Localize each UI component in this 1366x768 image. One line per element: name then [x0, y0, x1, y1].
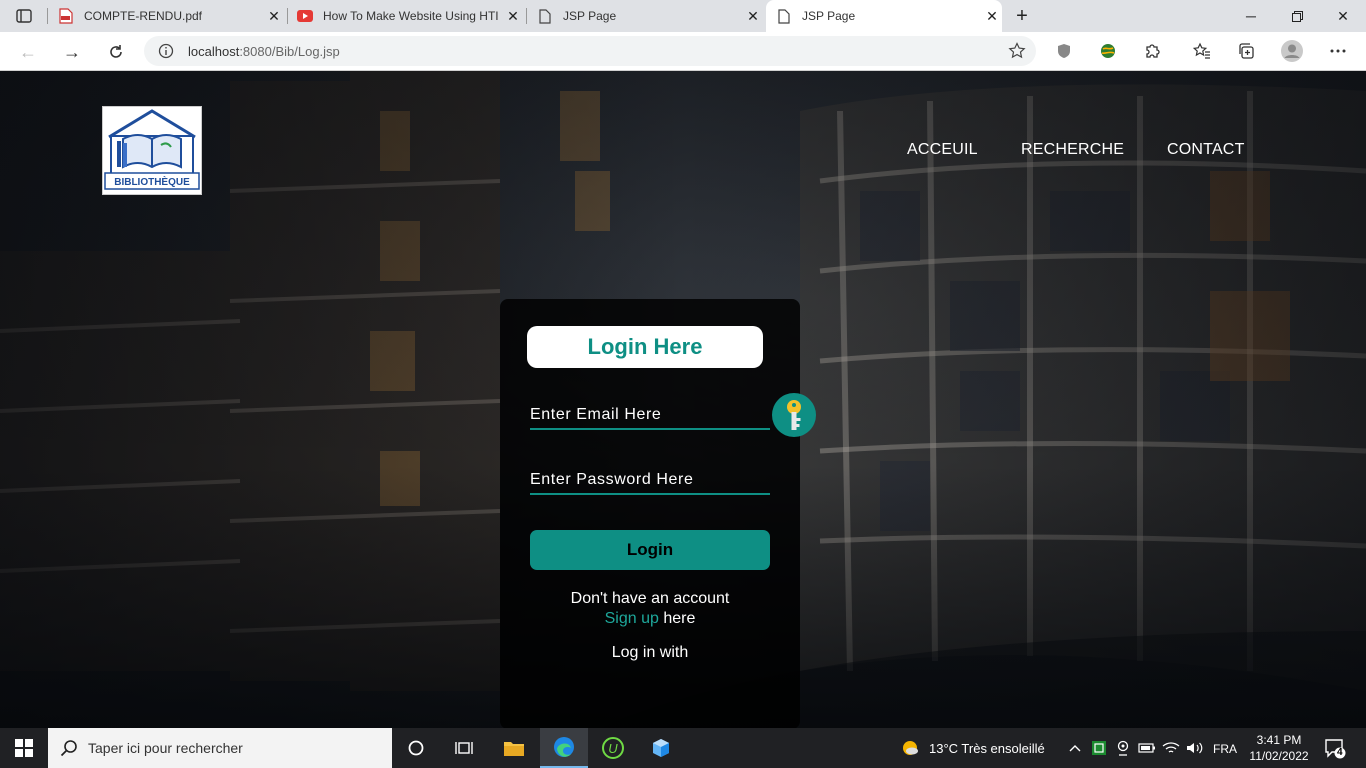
- login-form: Login Here Login Don't have an account S…: [500, 299, 816, 728]
- address-bar[interactable]: localhost:8080/Bib/Log.jsp: [144, 36, 1036, 66]
- wifi-icon[interactable]: [1162, 739, 1180, 757]
- library-logo[interactable]: BIBLIOTHÈQUE: [102, 106, 202, 195]
- tab-separator: [526, 8, 527, 24]
- pdf-icon: [58, 8, 74, 24]
- youtube-icon: [297, 8, 313, 24]
- battery-icon[interactable]: [1138, 739, 1156, 757]
- back-button[interactable]: ←: [14, 38, 42, 66]
- weather-sun-icon[interactable]: [900, 738, 920, 758]
- url-text: localhost:8080/Bib/Log.jsp: [188, 44, 340, 59]
- more-menu-icon[interactable]: [1328, 41, 1348, 61]
- taskbar: Taper ici pour rechercher U 13°C Très en…: [0, 728, 1366, 768]
- add-favorite-icon[interactable]: [1008, 42, 1026, 60]
- 3d-app-icon[interactable]: [637, 728, 685, 768]
- windows-start-icon[interactable]: [0, 728, 48, 768]
- page-icon: [776, 8, 792, 24]
- webcam-icon[interactable]: [1114, 739, 1132, 757]
- browser-tab-strip: COMPTE-RENDU.pdf ✕ How To Make Website U…: [0, 0, 1366, 32]
- tab-title: JSP Page: [802, 9, 856, 23]
- password-field[interactable]: [530, 467, 770, 495]
- svg-text:U: U: [608, 741, 618, 756]
- library-logo-icon: BIBLIOTHÈQUE: [104, 109, 200, 190]
- forward-button[interactable]: →: [58, 38, 86, 66]
- nav-contact[interactable]: CONTACT: [1167, 141, 1245, 159]
- extensions-icon[interactable]: [1142, 41, 1162, 61]
- clock-time: 3:41 PM: [1256, 733, 1302, 747]
- url-host: localhost: [188, 44, 240, 59]
- task-view-icon[interactable]: [440, 728, 488, 768]
- search-icon: [60, 739, 78, 757]
- tab-compte-rendu[interactable]: COMPTE-RENDU.pdf ✕: [58, 0, 284, 32]
- volume-icon[interactable]: [1186, 739, 1204, 757]
- tab-separator: [47, 8, 48, 24]
- collections-icon[interactable]: [1236, 41, 1256, 61]
- notification-count: 4: [1337, 747, 1343, 758]
- logo-text: BIBLIOTHÈQUE: [114, 175, 190, 188]
- profile-avatar-icon[interactable]: [1280, 39, 1304, 63]
- minimize-button[interactable]: ─: [1228, 0, 1274, 32]
- tab-youtube[interactable]: How To Make Website Using HTI ✕: [297, 0, 523, 32]
- edge-browser-icon[interactable]: [540, 728, 588, 768]
- taskbar-search-input[interactable]: Taper ici pour rechercher: [48, 728, 392, 768]
- notifications-icon[interactable]: 4: [1324, 737, 1346, 759]
- tab-title: JSP Page: [563, 9, 617, 23]
- close-tab-icon[interactable]: ✕: [503, 6, 523, 26]
- clock-date: 11/02/2022: [1249, 749, 1309, 763]
- nav-recherche[interactable]: RECHERCHE: [1021, 141, 1124, 159]
- restore-button[interactable]: [1274, 0, 1320, 32]
- signup-line: Sign up here: [500, 610, 800, 628]
- no-account-text: Don't have an account: [570, 590, 730, 607]
- language-indicator[interactable]: FRA: [1213, 742, 1237, 756]
- browser-toolbar: ← → localhost:8080/Bib/Log.jsp: [0, 32, 1366, 71]
- new-tab-button[interactable]: +: [1010, 4, 1034, 28]
- extension-globe-icon[interactable]: [1098, 41, 1118, 61]
- tab-separator: [287, 8, 288, 24]
- signup-link[interactable]: Sign up: [605, 610, 659, 627]
- weather-text[interactable]: 13°C Très ensoleillé: [929, 741, 1045, 756]
- tab-jsp-page-active[interactable]: JSP Page ✕: [766, 0, 1002, 32]
- close-tab-icon[interactable]: ✕: [264, 6, 284, 26]
- url-path: :8080/Bib/Log.jsp: [239, 44, 340, 59]
- login-button[interactable]: Login: [530, 530, 770, 570]
- close-window-button[interactable]: ✕: [1320, 0, 1366, 32]
- page-icon: [537, 8, 553, 24]
- tab-actions-icon[interactable]: [8, 4, 40, 28]
- shield-icon[interactable]: [1054, 41, 1074, 61]
- tab-title: COMPTE-RENDU.pdf: [84, 9, 203, 23]
- key-icon: [772, 393, 816, 437]
- app-tray-icon[interactable]: [1090, 739, 1108, 757]
- page-viewport: BIBLIOTHÈQUE ACCEUIL RECHERCHE CONTACT L…: [0, 71, 1366, 728]
- nav-acceuil[interactable]: ACCEUIL: [907, 141, 978, 159]
- tab-title: How To Make Website Using HTI: [323, 9, 499, 23]
- close-tab-icon[interactable]: ✕: [743, 6, 763, 26]
- signup-suffix: here: [658, 610, 696, 627]
- info-icon[interactable]: [158, 43, 174, 59]
- clock[interactable]: 3:41 PM 11/02/2022: [1244, 732, 1314, 764]
- close-tab-icon[interactable]: ✕: [982, 6, 1002, 26]
- refresh-button[interactable]: [102, 38, 130, 66]
- email-field[interactable]: [530, 402, 770, 430]
- file-explorer-icon[interactable]: [490, 728, 538, 768]
- taskbar-search-placeholder: Taper ici pour rechercher: [88, 740, 243, 756]
- upwork-icon[interactable]: U: [589, 728, 637, 768]
- favorites-icon[interactable]: [1192, 41, 1212, 61]
- cortana-icon[interactable]: [392, 728, 440, 768]
- tab-jsp-page-1[interactable]: JSP Page ✕: [537, 0, 763, 32]
- login-with-text: Log in with: [611, 644, 689, 661]
- chevron-up-icon[interactable]: [1066, 739, 1084, 757]
- login-title: Login Here: [527, 326, 763, 368]
